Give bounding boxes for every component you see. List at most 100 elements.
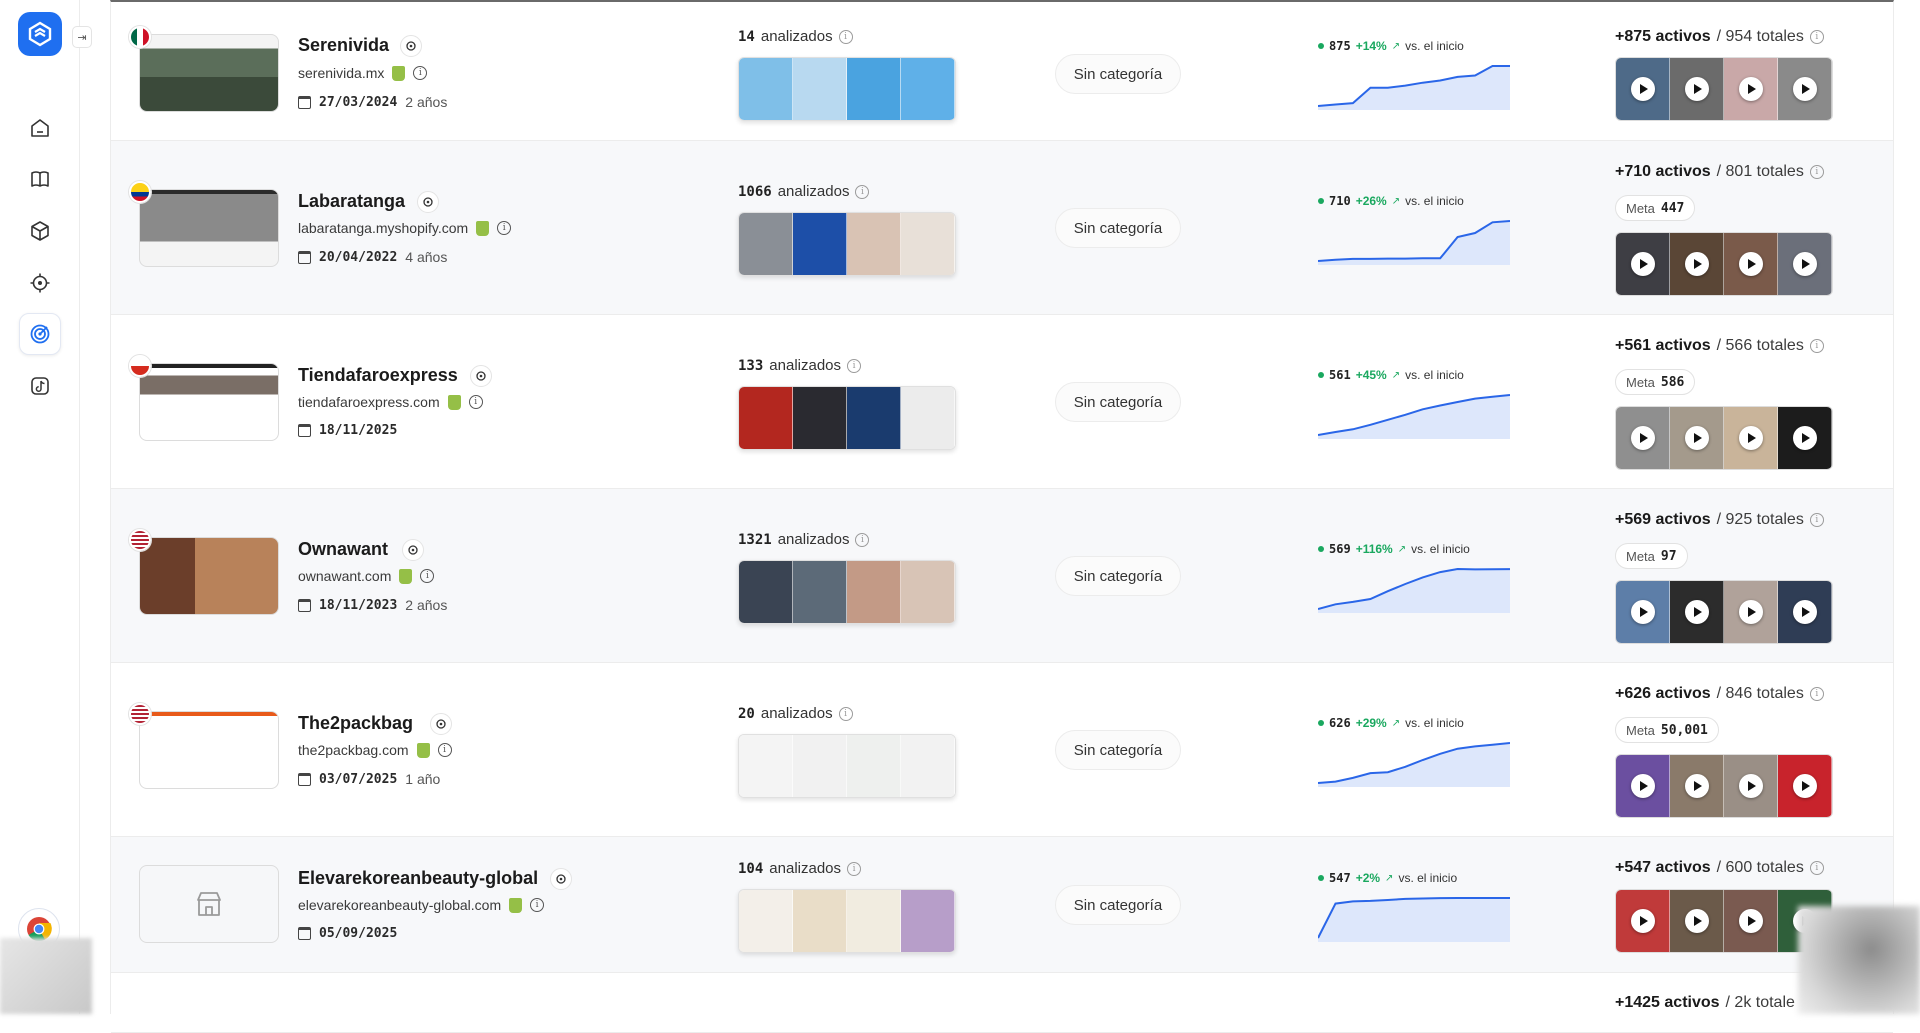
track-store-button[interactable] <box>402 539 424 561</box>
store-row[interactable]: Ownawant ownawant.com i 18/11/2023 2 año… <box>111 489 1893 663</box>
video-strip[interactable] <box>1615 232 1833 296</box>
play-icon[interactable] <box>1738 426 1763 450</box>
category-pill[interactable]: Sin categoría <box>1055 556 1181 596</box>
track-store-button[interactable] <box>430 713 452 735</box>
store-domain-link[interactable]: tiendafaroexpress.com <box>298 394 440 410</box>
info-icon[interactable]: i <box>855 184 870 199</box>
play-icon[interactable] <box>1630 909 1655 933</box>
store-domain-link[interactable]: elevarekoreanbeauty-global.com <box>298 897 501 913</box>
product-thumbnail[interactable] <box>793 58 847 120</box>
product-strip[interactable] <box>738 889 956 953</box>
product-strip[interactable] <box>738 734 956 798</box>
info-icon[interactable]: i <box>1809 339 1824 353</box>
video-ad-thumbnail[interactable] <box>1670 581 1724 643</box>
product-thumbnail[interactable] <box>901 561 955 623</box>
video-ad-thumbnail[interactable] <box>1724 755 1778 817</box>
product-thumbnail[interactable] <box>901 890 955 952</box>
track-store-button[interactable] <box>470 365 492 387</box>
store-name[interactable]: The2packbag <box>298 713 413 734</box>
video-strip[interactable] <box>1615 580 1833 644</box>
product-thumbnail[interactable] <box>739 387 793 449</box>
store-domain-link[interactable]: ownawant.com <box>298 568 391 584</box>
video-strip[interactable] <box>1615 754 1833 818</box>
info-icon[interactable]: i <box>847 358 862 373</box>
store-name[interactable]: Serenivida <box>298 35 389 56</box>
meta-ads-pill[interactable]: Meta 97 <box>1615 543 1688 569</box>
nav-tracking[interactable] <box>19 262 61 304</box>
collapse-sidebar-button[interactable]: ⇥ <box>72 26 92 48</box>
play-icon[interactable] <box>1684 252 1709 276</box>
video-ad-thumbnail[interactable] <box>1670 890 1724 952</box>
product-thumbnail[interactable] <box>793 890 847 952</box>
store-thumbnail[interactable] <box>139 189 279 267</box>
video-ad-thumbnail[interactable] <box>1724 58 1778 120</box>
product-thumbnail[interactable] <box>793 387 847 449</box>
video-strip[interactable] <box>1615 406 1833 470</box>
store-thumbnail[interactable] <box>139 865 279 943</box>
video-ad-thumbnail[interactable] <box>1670 407 1724 469</box>
nav-radar[interactable] <box>19 313 61 355</box>
info-icon[interactable]: i <box>1809 861 1824 875</box>
product-thumbnail[interactable] <box>847 561 901 623</box>
play-icon[interactable] <box>1630 426 1655 450</box>
meta-ads-pill[interactable]: Meta 447 <box>1615 195 1696 221</box>
product-thumbnail[interactable] <box>847 735 901 797</box>
product-thumbnail[interactable] <box>847 387 901 449</box>
info-icon[interactable]: i <box>1809 165 1824 179</box>
play-icon[interactable] <box>1738 600 1763 624</box>
info-icon[interactable]: i <box>1809 513 1824 527</box>
product-thumbnail[interactable] <box>847 213 901 275</box>
info-icon[interactable]: i <box>847 861 862 876</box>
video-ad-thumbnail[interactable] <box>1724 581 1778 643</box>
product-thumbnail[interactable] <box>793 561 847 623</box>
video-ad-thumbnail[interactable] <box>1778 407 1832 469</box>
category-pill[interactable]: Sin categoría <box>1055 208 1181 248</box>
video-ad-thumbnail[interactable] <box>1778 233 1832 295</box>
store-domain-link[interactable]: the2packbag.com <box>298 742 409 758</box>
play-icon[interactable] <box>1684 774 1709 798</box>
category-pill[interactable]: Sin categoría <box>1055 885 1181 925</box>
video-ad-thumbnail[interactable] <box>1778 581 1832 643</box>
info-icon[interactable]: i <box>497 221 512 235</box>
play-icon[interactable] <box>1630 600 1655 624</box>
category-pill[interactable]: Sin categoría <box>1055 382 1181 422</box>
product-thumbnail[interactable] <box>739 735 793 797</box>
meta-ads-pill[interactable]: Meta 50,001 <box>1615 717 1719 743</box>
nav-products[interactable] <box>19 210 61 252</box>
app-logo[interactable] <box>18 12 62 56</box>
info-icon[interactable]: i <box>420 569 435 583</box>
video-ad-thumbnail[interactable] <box>1778 755 1832 817</box>
product-thumbnail[interactable] <box>739 890 793 952</box>
store-domain-link[interactable]: serenivida.mx <box>298 65 384 81</box>
info-icon[interactable]: i <box>530 898 545 912</box>
play-icon[interactable] <box>1684 77 1709 101</box>
store-row[interactable]: +1425 activos / 2k totale <box>111 973 1893 1033</box>
track-store-button[interactable] <box>550 868 572 890</box>
product-thumbnail[interactable] <box>901 387 955 449</box>
store-thumbnail[interactable] <box>139 537 279 615</box>
info-icon[interactable]: i <box>1809 30 1824 44</box>
product-thumbnail[interactable] <box>901 58 955 120</box>
video-ad-thumbnail[interactable] <box>1670 755 1724 817</box>
video-ad-thumbnail[interactable] <box>1616 58 1670 120</box>
play-icon[interactable] <box>1630 774 1655 798</box>
play-icon[interactable] <box>1630 77 1655 101</box>
store-row[interactable]: Tiendafaroexpress tiendafaroexpress.com … <box>111 315 1893 489</box>
info-icon[interactable]: i <box>413 66 428 80</box>
play-icon[interactable] <box>1684 600 1709 624</box>
info-icon[interactable]: i <box>838 29 853 44</box>
store-row[interactable]: The2packbag the2packbag.com i 03/07/2025… <box>111 663 1893 837</box>
track-store-button[interactable] <box>400 35 422 57</box>
store-name[interactable]: Tiendafaroexpress <box>298 365 458 386</box>
video-ad-thumbnail[interactable] <box>1724 890 1778 952</box>
info-icon[interactable]: i <box>838 706 853 721</box>
info-icon[interactable]: i <box>855 532 870 547</box>
product-thumbnail[interactable] <box>739 213 793 275</box>
product-thumbnail[interactable] <box>847 58 901 120</box>
play-icon[interactable] <box>1684 426 1709 450</box>
video-ad-thumbnail[interactable] <box>1616 407 1670 469</box>
nav-home[interactable] <box>19 107 61 149</box>
store-name[interactable]: Elevarekoreanbeauty-global <box>298 868 538 889</box>
play-icon[interactable] <box>1792 774 1817 798</box>
video-ad-thumbnail[interactable] <box>1724 233 1778 295</box>
